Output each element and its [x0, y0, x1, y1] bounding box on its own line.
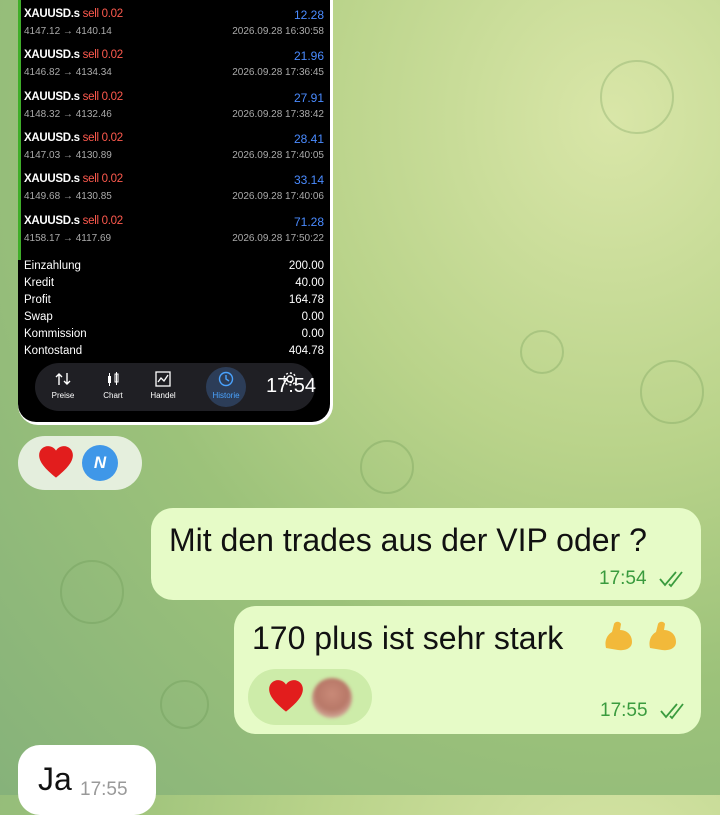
double-check-icon: [660, 703, 684, 720]
nav-preise: Preise: [38, 363, 88, 411]
trade-row: XAUUSD.s sell 0.02 27.91 4148.32 → 4132.46…: [24, 85, 324, 126]
selection-edge: [18, 0, 21, 260]
trade-profit: 27.91: [293, 90, 324, 105]
summary-label: Kredit: [24, 277, 55, 289]
trade-price: 4158.17 → 4117.69: [24, 232, 112, 244]
trade-time: 2026.09.28 17:50:22: [232, 232, 324, 244]
trade-time: 2026.09.28 16:30:58: [232, 26, 324, 37]
summary-value: 164.78: [288, 294, 324, 306]
outgoing-message[interactable]: Mit den trades aus der VIP oder ? 17:54: [151, 508, 701, 600]
reactions-bar[interactable]: N: [18, 436, 142, 490]
summary-label: Swap: [24, 311, 53, 323]
nav-label: Historie: [212, 391, 240, 400]
trade-row: XAUUSD.s sell 0.02 21.96 4146.82 → 4134.34…: [24, 43, 324, 84]
heart-reaction-icon[interactable]: [38, 445, 74, 481]
nav-label: Handel: [150, 391, 176, 400]
summary-row: Einzahlung 200.00: [24, 260, 324, 277]
reactions-bar[interactable]: [248, 669, 372, 725]
incoming-message[interactable]: Ja 17:55: [18, 745, 156, 815]
trade-row: XAUUSD.s sell 0.02 71.28 4158.17 → 4117.69…: [24, 209, 324, 250]
wallpaper-doodle: [360, 440, 414, 494]
trade-profit: 21.96: [293, 49, 324, 64]
history-clock-icon: [218, 371, 234, 387]
flexed-biceps-icon: [649, 621, 676, 651]
trade-profit: 28.41: [293, 131, 324, 146]
wallpaper-doodle: [160, 680, 209, 729]
summary-row: Profit 164.78: [24, 294, 324, 311]
updown-arrows-icon: [55, 373, 71, 385]
message-text: Mit den trades aus der VIP oder ?: [169, 522, 647, 558]
nav-chart: Chart: [88, 363, 138, 411]
summary-row: Kommission 0.00: [24, 328, 324, 345]
trade-price: 4146.82 → 4134.34: [24, 67, 112, 79]
trade-side: sell 0.02: [82, 214, 123, 227]
trade-side: sell 0.02: [82, 90, 123, 103]
trade-chart-icon: [155, 371, 171, 387]
reactor-avatar[interactable]: [312, 678, 352, 718]
summary-value: 404.78: [288, 345, 324, 357]
trade-symbol: XAUUSD.s sell 0.02: [24, 131, 123, 144]
summary-label: Kommission: [24, 328, 87, 340]
message-time: 17:54: [599, 568, 647, 589]
trade-symbol: XAUUSD.s sell 0.02: [24, 8, 123, 20]
trade-price: 4149.68 → 4130.85: [24, 191, 112, 203]
wallpaper-doodle: [60, 560, 124, 624]
nav-historie: Historie: [201, 363, 251, 411]
summary-row: Kredit 40.00: [24, 277, 324, 294]
trade-symbol: XAUUSD.s sell 0.02: [24, 90, 123, 103]
summary-label: Kontostand: [24, 345, 83, 357]
outgoing-message[interactable]: 170 plus ist sehr stark 17:55: [234, 606, 701, 734]
summary-value: 0.00: [301, 328, 324, 340]
summary-value: 40.00: [295, 277, 324, 289]
trade-profit: 71.28: [293, 214, 324, 229]
trade-profit: 33.14: [293, 173, 324, 188]
wallpaper-doodle: [600, 60, 674, 134]
trade-price: 4147.12 → 4140.14: [24, 26, 112, 37]
trade-price: 4148.32 → 4132.46: [24, 108, 112, 120]
image-timestamp: 17:54: [266, 375, 317, 397]
message-text: Ja: [38, 761, 72, 797]
summary-label: Profit: [24, 294, 51, 306]
candlestick-icon: [108, 372, 119, 386]
summary-row: Kontostand 404.78: [24, 345, 324, 362]
trade-profit: 12.28: [293, 8, 324, 22]
summary-value: 0.00: [301, 311, 324, 323]
summary-value: 200.00: [288, 260, 324, 272]
summary-label: Einzahlung: [24, 260, 81, 272]
trade-time: 2026.09.28 17:40:06: [232, 191, 324, 203]
trade-side: sell 0.02: [82, 8, 123, 20]
summary-row: Swap 0.00: [24, 311, 324, 328]
image-message[interactable]: XAUUSD.s sell 0.02 12.28 4147.12 → 4140.14…: [18, 0, 333, 425]
nav-handel: Handel: [138, 363, 188, 411]
trade-symbol: XAUUSD.s sell 0.02: [24, 173, 123, 186]
wallpaper-doodle: [520, 330, 564, 374]
message-text: 170 plus ist sehr stark: [252, 620, 564, 656]
nav-label: Preise: [51, 391, 75, 400]
trade-side: sell 0.02: [82, 49, 123, 62]
message-time: 17:55: [600, 700, 648, 721]
trade-row: XAUUSD.s sell 0.02 12.28 4147.12 → 4140.14…: [24, 2, 324, 43]
double-check-icon: [659, 571, 683, 588]
trade-time: 2026.09.28 17:36:45: [232, 67, 324, 79]
trade-symbol: XAUUSD.s sell 0.02: [24, 214, 123, 227]
message-time: 17:55: [80, 779, 128, 800]
trade-row: XAUUSD.s sell 0.02 33.14 4149.68 → 4130.85…: [24, 167, 324, 208]
trading-app-screenshot: XAUUSD.s sell 0.02 12.28 4147.12 → 4140.14…: [18, 0, 330, 422]
trade-time: 2026.09.28 17:40:05: [232, 149, 324, 161]
trade-time: 2026.09.28 17:38:42: [232, 108, 324, 120]
trade-side: sell 0.02: [82, 131, 123, 144]
trade-price: 4147.03 → 4130.89: [24, 149, 112, 161]
trade-side: sell 0.02: [82, 173, 123, 186]
wallpaper-doodle: [640, 360, 704, 424]
heart-reaction-icon[interactable]: [268, 679, 304, 715]
trade-row: XAUUSD.s sell 0.02 28.41 4147.03 → 4130.89…: [24, 126, 324, 167]
flexed-biceps-icon: [605, 621, 632, 651]
nav-label: Chart: [103, 391, 123, 400]
reactor-avatar[interactable]: N: [82, 445, 118, 481]
trade-symbol: XAUUSD.s sell 0.02: [24, 49, 123, 62]
